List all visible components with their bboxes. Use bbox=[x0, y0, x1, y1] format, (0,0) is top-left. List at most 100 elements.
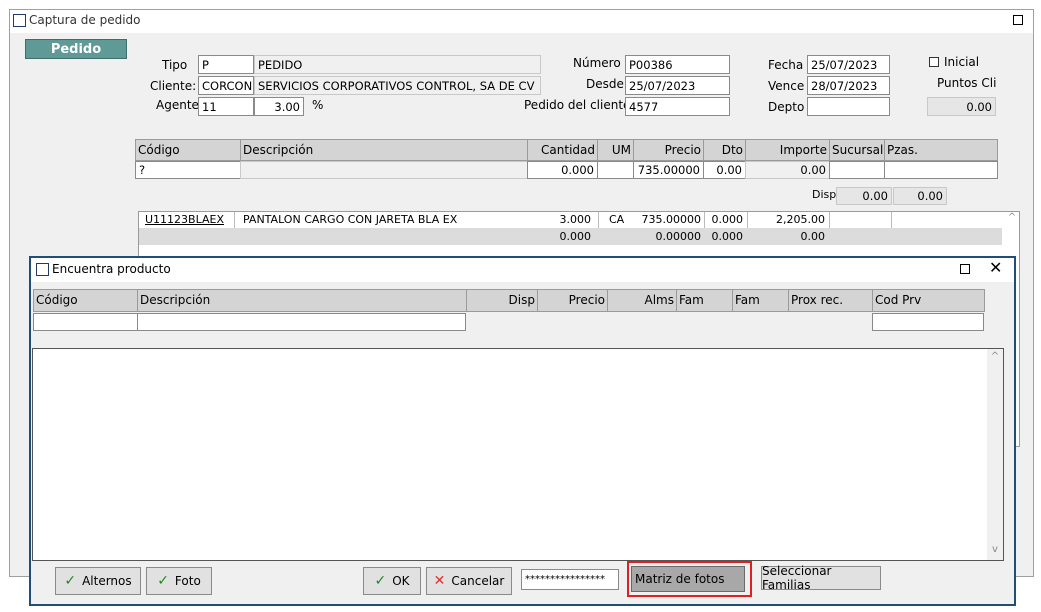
col-cantidad[interactable]: Cantidad bbox=[527, 139, 598, 161]
totals-cantidad: 0.000 bbox=[559, 230, 592, 243]
dlg-search-cod-prv[interactable] bbox=[872, 313, 984, 331]
tipo-code-field[interactable]: P bbox=[198, 55, 254, 74]
familias-label: Seleccionar Familias bbox=[762, 564, 832, 592]
dlg-scrollbar[interactable] bbox=[987, 349, 1003, 560]
pedido-tab[interactable]: Pedido bbox=[25, 39, 127, 59]
ok-button[interactable]: ✓ OK bbox=[363, 567, 421, 595]
entry-descripcion bbox=[240, 161, 528, 179]
puntos-cli-label: Puntos Cli bbox=[937, 76, 997, 90]
totals-dto: 0.000 bbox=[711, 230, 744, 243]
dlg-col-prox-rec[interactable]: Prox rec. bbox=[788, 289, 873, 312]
pedido-cliente-field[interactable]: 4577 bbox=[625, 97, 730, 116]
dlg-col-codigo[interactable]: Código bbox=[33, 289, 138, 312]
entry-precio[interactable]: 735.00000 bbox=[633, 161, 704, 179]
line-cantidad: 3.000 bbox=[559, 213, 592, 226]
numero-label: Número bbox=[573, 56, 621, 70]
dialog-close-icon[interactable]: ✕ bbox=[989, 258, 1002, 278]
ok-label: OK bbox=[392, 574, 410, 588]
password-field[interactable]: **************** bbox=[521, 569, 619, 590]
entry-um[interactable] bbox=[597, 161, 634, 179]
dialog-titlebar bbox=[31, 258, 1014, 282]
foto-button[interactable]: ✓ Foto bbox=[146, 567, 212, 595]
tipo-label: Tipo bbox=[162, 58, 188, 72]
puntos-cli-field: 0.00 bbox=[927, 97, 996, 116]
dialog-maximize-icon[interactable] bbox=[960, 264, 970, 274]
dlg-results-list[interactable] bbox=[32, 348, 1004, 561]
dlg-col-disp[interactable]: Disp bbox=[466, 289, 538, 312]
line-importe: 2,205.00 bbox=[776, 213, 825, 226]
inicial-checkbox[interactable] bbox=[929, 57, 939, 67]
col-um[interactable]: UM bbox=[597, 139, 634, 161]
depto-label: Depto bbox=[768, 100, 805, 114]
line-descripcion: PANTALON CARGO CON JARETA BLA EX bbox=[243, 213, 458, 226]
alternos-button[interactable]: ✓ Alternos bbox=[55, 567, 141, 595]
col-codigo[interactable]: Código bbox=[135, 139, 241, 161]
cancelar-label: Cancelar bbox=[451, 574, 505, 588]
inicial-label: Inicial bbox=[944, 55, 980, 69]
col-dto[interactable]: Dto bbox=[703, 139, 746, 161]
row-sep-1 bbox=[234, 212, 235, 228]
dialog-title: Encuentra producto bbox=[52, 262, 171, 276]
x-icon: ✕ bbox=[433, 573, 446, 589]
alternos-label: Alternos bbox=[82, 574, 132, 588]
dlg-search-codigo[interactable] bbox=[33, 313, 138, 331]
cancelar-button[interactable]: ✕ Cancelar bbox=[426, 567, 512, 595]
vence-field[interactable]: 28/07/2023 bbox=[807, 76, 890, 95]
desde-label: Desde bbox=[586, 77, 624, 91]
totals-precio: 0.00000 bbox=[655, 230, 702, 243]
col-importe[interactable]: Importe bbox=[745, 139, 830, 161]
cliente-code-field[interactable]: CORCON bbox=[198, 76, 254, 95]
row-sep-2 bbox=[598, 212, 599, 228]
totals-importe: 0.00 bbox=[800, 230, 826, 243]
totals-row: 0.000 0.00000 0.000 0.00 bbox=[139, 228, 1002, 245]
lines-scroll-up-icon[interactable]: ^ bbox=[1006, 212, 1018, 223]
disp-label: Disp bbox=[812, 188, 837, 201]
entry-dto[interactable]: 0.00 bbox=[703, 161, 746, 179]
maximize-icon[interactable] bbox=[1013, 15, 1023, 25]
dlg-col-cod-prv[interactable]: Cod Prv bbox=[872, 289, 985, 312]
dialog-window-icon bbox=[36, 263, 49, 276]
percent-label: % bbox=[312, 98, 324, 112]
numero-field[interactable]: P00386 bbox=[625, 55, 730, 74]
row-sep-5 bbox=[829, 212, 830, 228]
fecha-label: Fecha bbox=[768, 58, 804, 72]
col-descripcion[interactable]: Descripción bbox=[240, 139, 528, 161]
check-icon: ✓ bbox=[157, 573, 169, 589]
agente-pct-field[interactable]: 3.00 bbox=[254, 97, 304, 116]
fecha-field[interactable]: 25/07/2023 bbox=[807, 55, 890, 74]
matriz-de-fotos-button[interactable]: Matriz de fotos bbox=[631, 566, 745, 592]
dlg-scroll-down-icon[interactable]: v bbox=[989, 544, 1001, 555]
row-sep-6 bbox=[891, 212, 892, 228]
vence-label: Vence bbox=[768, 79, 805, 93]
desde-field[interactable]: 25/07/2023 bbox=[625, 76, 730, 95]
main-window-title: Captura de pedido bbox=[29, 13, 141, 27]
disp-field-2: 0.00 bbox=[893, 187, 947, 205]
line-precio: 735.00000 bbox=[641, 213, 702, 226]
entry-sucursal[interactable] bbox=[829, 161, 885, 179]
entry-importe: 0.00 bbox=[745, 161, 830, 179]
dlg-scroll-up-icon[interactable]: ^ bbox=[989, 351, 1001, 362]
agente-label: Agente bbox=[156, 98, 199, 112]
col-sucursal[interactable]: Sucursal bbox=[829, 139, 885, 161]
entry-pzas[interactable] bbox=[884, 161, 998, 179]
row-sep-4 bbox=[747, 212, 748, 228]
dlg-col-fam1[interactable]: Fam bbox=[676, 289, 733, 312]
depto-field[interactable] bbox=[807, 97, 890, 116]
entry-codigo[interactable]: ? bbox=[135, 161, 241, 179]
window-icon bbox=[13, 14, 26, 27]
agente-code-field[interactable]: 11 bbox=[198, 97, 254, 116]
dlg-col-alms[interactable]: Alms bbox=[607, 289, 677, 312]
dlg-col-fam2[interactable]: Fam bbox=[732, 289, 789, 312]
entry-cantidad[interactable]: 0.000 bbox=[527, 161, 598, 179]
disp-field-1: 0.00 bbox=[836, 187, 892, 205]
table-row[interactable]: U11123BLAEX PANTALON CARGO CON JARETA BL… bbox=[139, 212, 1002, 228]
dlg-search-descripcion[interactable] bbox=[137, 313, 466, 331]
dlg-col-descripcion[interactable]: Descripción bbox=[137, 289, 467, 312]
foto-label: Foto bbox=[174, 574, 201, 588]
line-codigo: U11123BLAEX bbox=[145, 213, 224, 226]
dlg-col-precio[interactable]: Precio bbox=[537, 289, 608, 312]
seleccionar-familias-button[interactable]: Seleccionar Familias bbox=[761, 564, 881, 592]
col-precio[interactable]: Precio bbox=[633, 139, 704, 161]
matriz-label: Matriz de fotos bbox=[635, 572, 725, 586]
col-pzas[interactable]: Pzas. bbox=[884, 139, 998, 161]
